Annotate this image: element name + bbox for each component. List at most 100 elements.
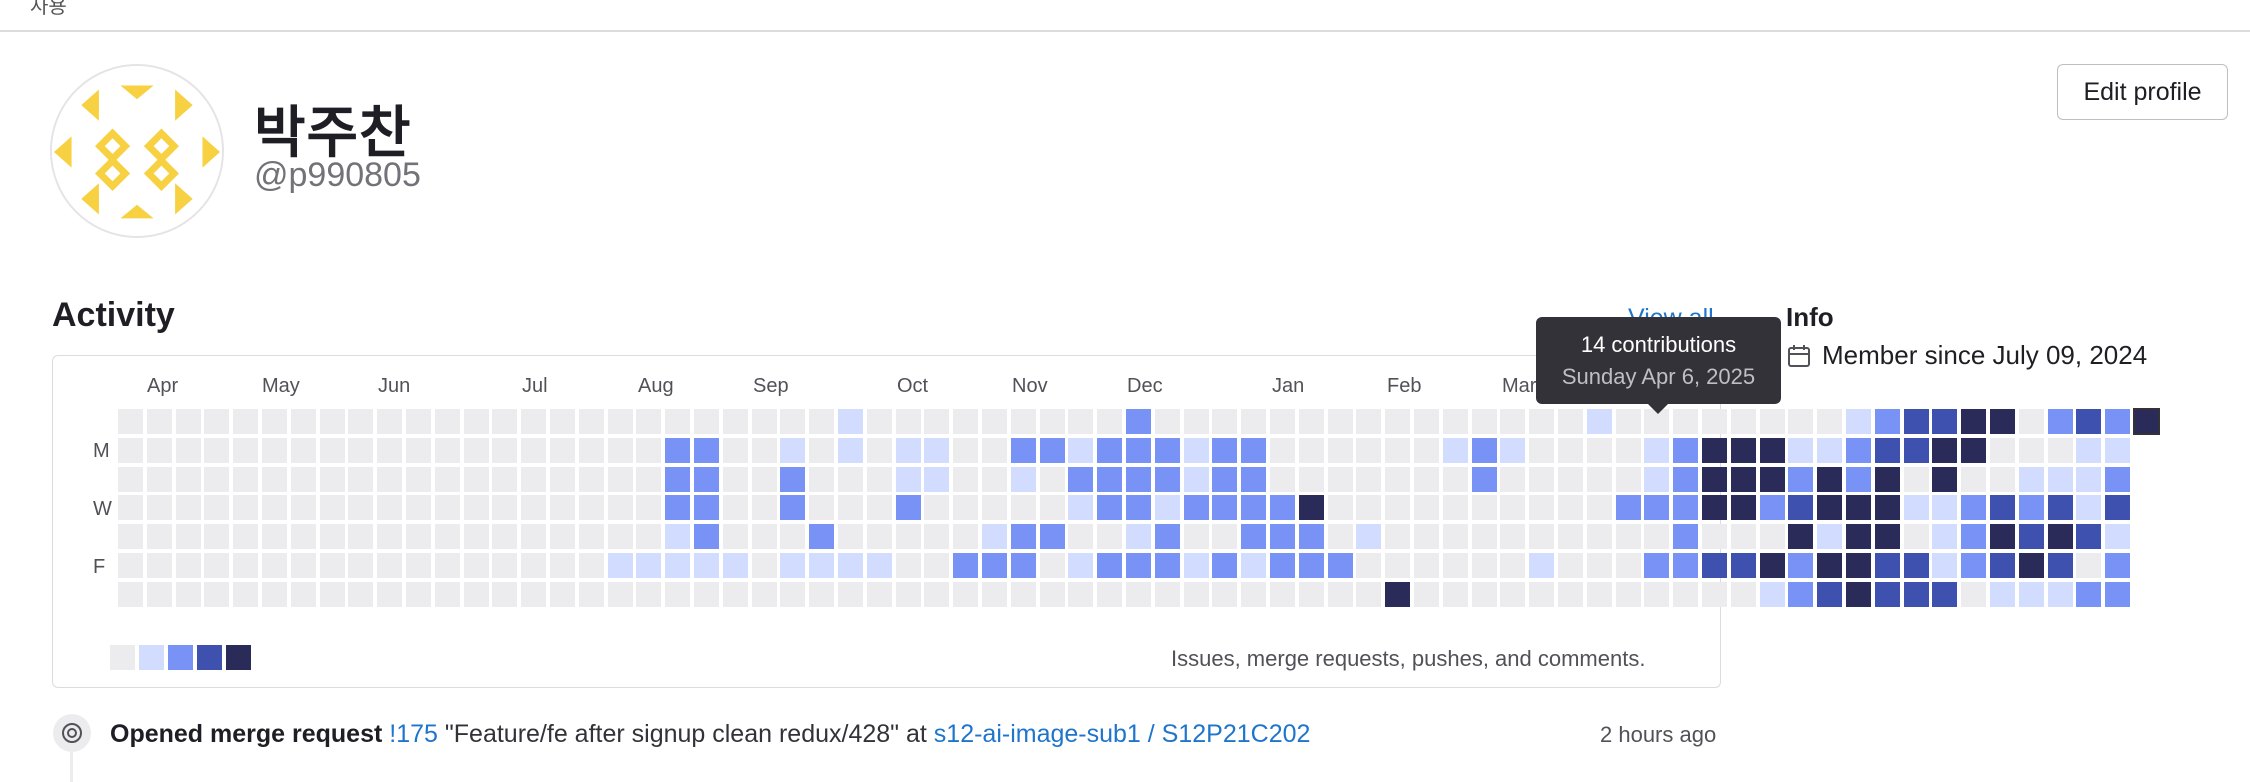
contribution-day[interactable] [1990,524,2015,550]
contribution-day[interactable] [1183,437,1209,463]
contribution-day[interactable] [1212,581,1238,607]
contribution-day[interactable] [1356,581,1382,607]
contribution-day[interactable] [751,409,777,434]
contribution-day[interactable] [1356,553,1382,578]
contribution-day[interactable] [550,495,575,521]
contribution-day[interactable] [2076,553,2102,578]
contribution-day[interactable] [290,581,316,607]
contribution-day[interactable] [1586,553,1612,578]
contribution-day[interactable] [463,437,489,463]
contribution-day[interactable] [1068,553,1094,578]
contribution-day[interactable] [1241,581,1267,607]
contribution-day[interactable] [1673,495,1699,521]
contribution-day[interactable] [1442,524,1468,550]
contribution-day[interactable] [751,495,777,521]
contribution-day[interactable] [1097,581,1123,607]
contribution-day[interactable] [434,553,460,578]
contribution-day[interactable] [1471,495,1497,521]
contribution-day[interactable] [2105,409,2131,434]
contribution-day[interactable] [1500,466,1526,492]
contribution-day[interactable] [262,437,287,463]
contribution-day[interactable] [1874,409,1900,434]
contribution-day[interactable] [463,524,489,550]
contribution-day[interactable] [838,409,863,434]
contribution-day[interactable] [348,466,374,492]
contribution-day[interactable] [1442,409,1468,434]
contribution-day[interactable] [233,409,259,434]
contribution-day[interactable] [1356,409,1382,434]
contribution-day[interactable] [233,553,259,578]
contribution-day[interactable] [1500,437,1526,463]
contribution-day[interactable] [694,553,719,578]
contribution-day[interactable] [377,581,403,607]
contribution-day[interactable] [953,437,979,463]
contribution-day[interactable] [694,466,719,492]
contribution-day[interactable] [1788,409,1814,434]
contribution-day[interactable] [1471,581,1497,607]
contribution-day[interactable] [1039,437,1065,463]
contribution-day[interactable] [1471,553,1497,578]
contribution-day[interactable] [463,495,489,521]
contribution-day[interactable] [809,495,835,521]
contribution-day[interactable] [1558,409,1583,434]
contribution-day[interactable] [406,466,431,492]
contribution-day[interactable] [1471,437,1497,463]
contribution-day[interactable] [1644,553,1670,578]
contribution-day[interactable] [722,524,748,550]
contribution-day[interactable] [319,409,345,434]
contribution-day[interactable] [607,437,633,463]
contribution-day[interactable] [895,524,921,550]
contribution-day[interactable] [492,581,518,607]
contribution-day[interactable] [1903,553,1929,578]
contribution-day[interactable] [1327,524,1353,550]
contribution-day[interactable] [1903,437,1929,463]
contribution-day[interactable] [1500,553,1526,578]
contribution-day[interactable] [780,581,806,607]
contribution-day[interactable] [1414,524,1439,550]
contribution-day[interactable] [146,581,172,607]
contribution-day[interactable] [377,466,403,492]
contribution-day[interactable] [636,524,662,550]
breadcrumb[interactable]: 사용 [30,0,67,19]
contribution-day[interactable] [1558,524,1583,550]
contribution-day[interactable] [722,553,748,578]
contribution-day[interactable] [1702,409,1727,434]
contribution-day[interactable] [290,466,316,492]
contribution-day[interactable] [118,495,143,521]
contribution-day[interactable] [1126,495,1151,521]
contribution-day[interactable] [1154,581,1180,607]
contribution-day[interactable] [1702,495,1727,521]
contribution-day[interactable] [434,466,460,492]
contribution-day[interactable] [809,466,835,492]
contribution-day[interactable] [1183,495,1209,521]
contribution-day[interactable] [146,466,172,492]
contribution-day[interactable] [1270,437,1295,463]
contribution-day[interactable] [1961,524,1987,550]
contribution-day[interactable] [1356,466,1382,492]
contribution-day[interactable] [722,466,748,492]
contribution-day[interactable] [118,466,143,492]
contribution-day[interactable] [1385,581,1411,607]
contribution-day[interactable] [233,466,259,492]
contribution-day[interactable] [1356,437,1382,463]
contribution-day[interactable] [953,553,979,578]
contribution-day[interactable] [838,553,863,578]
contribution-day[interactable] [982,495,1007,521]
contribution-day[interactable] [1183,524,1209,550]
contribution-day[interactable] [1529,466,1555,492]
contribution-day[interactable] [1961,553,1987,578]
contribution-day[interactable] [2018,409,2044,434]
contribution-day[interactable] [1961,495,1987,521]
contribution-day[interactable] [1385,437,1411,463]
contribution-day[interactable] [434,437,460,463]
contribution-day[interactable] [550,409,575,434]
contribution-day[interactable] [809,581,835,607]
contribution-day[interactable] [1097,553,1123,578]
contribution-day[interactable] [866,437,892,463]
contribution-day[interactable] [204,409,230,434]
contribution-day[interactable] [521,581,547,607]
contribution-day[interactable] [2076,437,2102,463]
contribution-day[interactable] [2018,553,2044,578]
contribution-day[interactable] [1702,553,1727,578]
contribution-day[interactable] [1817,437,1843,463]
